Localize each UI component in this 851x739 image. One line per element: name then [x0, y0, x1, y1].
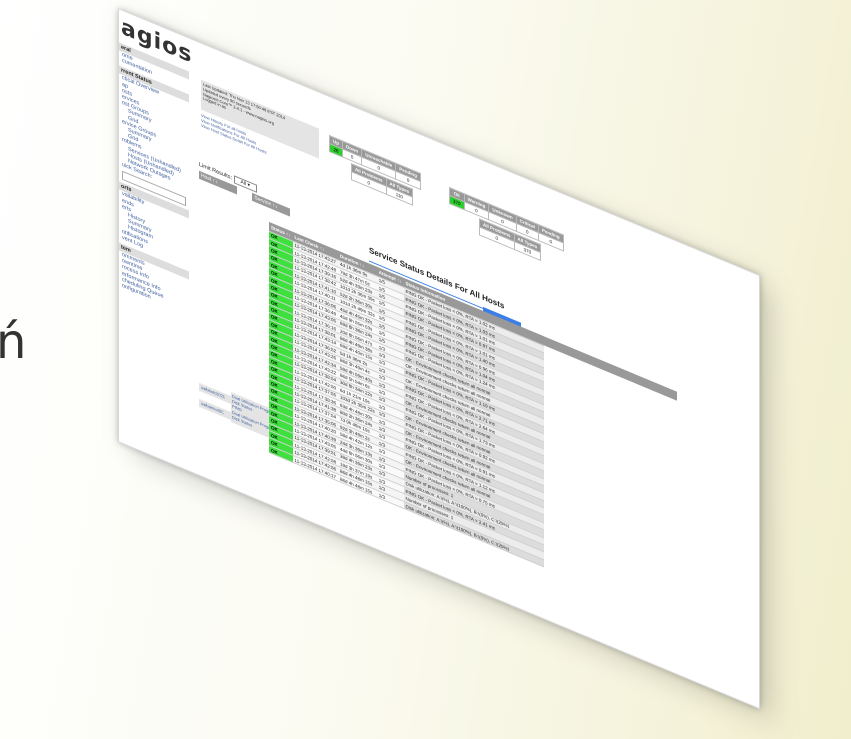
sort-arrows-icon: ↑↓	[286, 230, 291, 238]
sort-arrows-icon: ↑↓	[212, 177, 218, 186]
sort-arrows-icon: ↑↓	[319, 244, 325, 252]
limit-results-value: All	[240, 179, 247, 188]
sidebar: eral ome cumentation rrent Status ctical Ove…	[119, 39, 189, 316]
service-status-table: Status ↑↓ Last Check ↑↓ Duration ↑↓ Atte…	[269, 221, 544, 567]
column-headers-left: Host ↑↓ Service ↑↓	[199, 170, 291, 217]
host-status-totals: Up Down Unreachable Pending 28 0 0 0 All…	[329, 135, 421, 209]
sort-arrows-icon: ↑↓	[359, 261, 365, 269]
chevron-down-icon: ▾	[247, 181, 251, 189]
service-header-label: Service	[254, 194, 272, 208]
service-column-header[interactable]: Service ↑↓	[252, 192, 291, 217]
cropped-glyph: ń	[0, 314, 27, 370]
service-status-totals: Ok Warning Unknown Critical Pending 370 …	[449, 187, 564, 271]
sort-arrows-icon: ↑↓	[397, 276, 402, 284]
nagios-screenshot: agios eral ome cumentation rrent Status ctic…	[118, 8, 760, 710]
sort-arrows-icon: ↑↓	[272, 202, 278, 211]
host-header-label: Host	[201, 172, 212, 183]
